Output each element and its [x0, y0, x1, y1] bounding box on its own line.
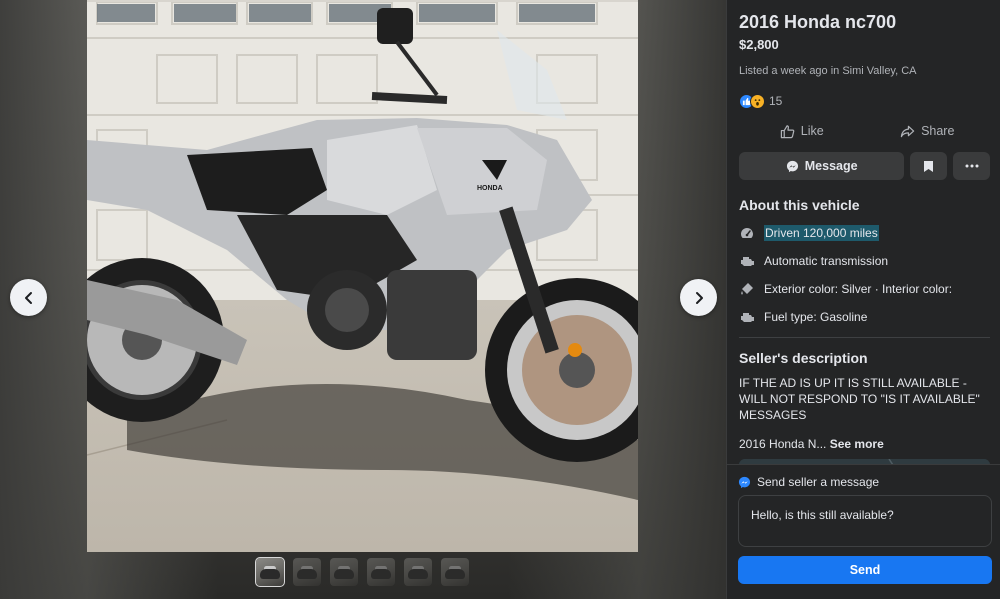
listing-title: 2016 Honda nc700 [739, 12, 897, 32]
listing-location-time: Listed a week ago in Simi Valley, CA [739, 65, 917, 77]
chevron-right-icon [695, 291, 703, 304]
color-detail: Exterior color: Silver · Interior color: [739, 280, 990, 297]
message-input[interactable]: Hello, is this still available? [738, 495, 992, 547]
listing-photo[interactable]: HONDA [87, 0, 638, 552]
more-horizontal-icon [965, 164, 979, 168]
listing-price: $2,800 [739, 37, 779, 52]
share-label: Share [921, 124, 955, 138]
message-label: Message [804, 159, 858, 173]
thumbs-up-icon [780, 124, 795, 138]
description-preview-text: 2016 Honda N... [739, 437, 827, 451]
send-message-header: Send seller a message [738, 475, 879, 489]
thumbnail-strip [255, 557, 469, 587]
thumbnail-4[interactable] [367, 558, 395, 586]
seller-description-text: IF THE AD IS UP IT IS STILL AVAILABLE - … [739, 376, 980, 422]
messenger-icon [738, 476, 751, 488]
see-more-link[interactable]: See more [830, 437, 884, 451]
next-photo-button[interactable] [680, 279, 717, 316]
fuel-text: Fuel type: Gasoline [764, 309, 868, 324]
mileage-text: Driven 120,000 miles [764, 224, 879, 241]
message-button[interactable]: Message [739, 152, 905, 180]
fuel-detail: Fuel type: Gasoline [739, 308, 990, 325]
bookmark-icon [924, 160, 934, 172]
share-button[interactable]: Share [865, 120, 991, 142]
previous-photo-button[interactable] [10, 279, 47, 316]
section-divider [739, 337, 990, 338]
share-icon [900, 125, 915, 137]
engine-icon [739, 253, 755, 269]
thumbnail-2[interactable] [293, 558, 321, 586]
thumbnail-1[interactable] [255, 557, 285, 587]
send-message-label: Send seller a message [757, 475, 880, 489]
about-vehicle-heading: About this vehicle [739, 197, 860, 213]
thumbnail-6[interactable] [441, 558, 469, 586]
photo-viewer: HONDA [0, 0, 726, 599]
speedometer-icon [739, 225, 755, 241]
transmission-text: Automatic transmission [764, 253, 889, 268]
color-text: Exterior color: Silver · Interior color: [764, 281, 953, 296]
engagement-actions: Like Share [739, 120, 990, 142]
paint-icon [739, 281, 755, 297]
seller-description-heading: Seller's description [739, 350, 868, 366]
messenger-icon [786, 160, 798, 172]
wow-reaction-icon [750, 93, 765, 109]
thumbnail-3[interactable] [330, 558, 358, 586]
more-options-button[interactable] [953, 152, 990, 180]
details-scroll-area[interactable]: 2016 Honda nc700 $2,800 Listed a week ag… [739, 0, 990, 464]
mileage-detail: Driven 120,000 miles [739, 224, 990, 241]
chevron-left-icon [24, 291, 32, 304]
primary-actions: Message [739, 152, 990, 180]
message-seller-box: Send seller a message Hello, is this sti… [727, 464, 1000, 599]
description-preview: 2016 Honda N... See more [739, 437, 990, 451]
motorcycle-photo: HONDA [87, 0, 638, 552]
send-button[interactable]: Send [738, 556, 992, 584]
transmission-detail: Automatic transmission [739, 252, 990, 269]
like-label: Like [800, 124, 824, 138]
fuel-icon [739, 309, 755, 325]
reaction-count: 15 [769, 94, 783, 108]
listing-details-panel: 2016 Honda nc700 $2,800 Listed a week ag… [726, 0, 1000, 599]
thumbnail-5[interactable] [404, 558, 432, 586]
svg-text:HONDA: HONDA [477, 185, 503, 192]
reactions-summary[interactable]: 15 [739, 92, 990, 110]
save-button[interactable] [910, 152, 948, 180]
like-button[interactable]: Like [739, 120, 865, 142]
